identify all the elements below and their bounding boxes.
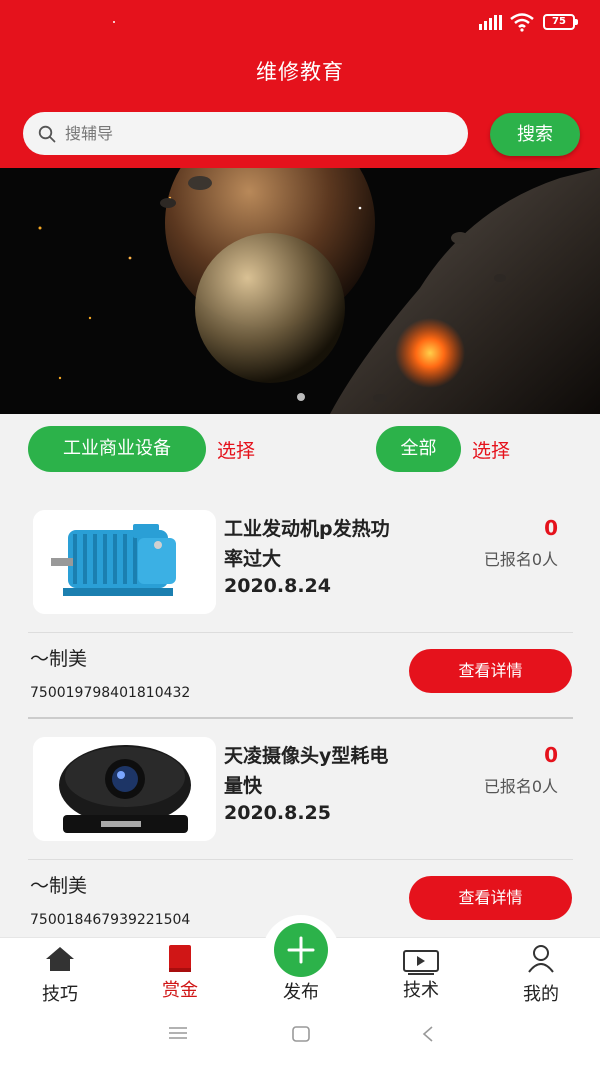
menu-icon[interactable] [169, 1026, 187, 1040]
carousel-indicator[interactable] [297, 393, 305, 401]
system-navigation-bar [0, 1005, 600, 1067]
card-title: 天凌摄像头y型耗电量快 [224, 745, 389, 797]
battery-indicator: 75 [543, 14, 578, 30]
book-icon [169, 945, 191, 972]
signup-count: 已报名0人 [483, 777, 558, 796]
author-name: 〜制美 [30, 875, 88, 897]
divider [28, 859, 573, 860]
nav-tips[interactable]: 技巧 [15, 938, 105, 1006]
back-icon[interactable] [422, 1026, 434, 1042]
search-input[interactable] [65, 112, 455, 155]
nav-label: 技术 [403, 980, 439, 1001]
publish-circle[interactable] [274, 923, 328, 977]
scope-chip[interactable]: 全部 [376, 426, 461, 472]
category-chip[interactable]: 工业商业设备 [28, 426, 206, 472]
nav-bounty[interactable]: 赏金 [135, 938, 225, 1006]
nav-label: 技巧 [42, 984, 78, 1005]
search-box[interactable] [23, 112, 468, 155]
category-select-link[interactable]: 选择 [217, 436, 255, 463]
order-id: 750018467939221504 [30, 912, 191, 928]
bounty-card[interactable]: 工业发动机p发热功率过大 2020.8.24 0 已报名0人 〜制美 75001… [0, 492, 600, 719]
page-title: 维修教育 [256, 60, 344, 84]
bounty-card[interactable]: 天凌摄像头y型耗电量快 2020.8.25 0 已报名0人 〜制美 750018… [0, 719, 600, 945]
search-button[interactable]: 搜索 [490, 113, 580, 156]
scope-select-link[interactable]: 选择 [472, 436, 510, 463]
home-icon [46, 947, 74, 971]
order-id: 750019798401810432 [30, 685, 191, 701]
signal-icon [479, 15, 502, 30]
motor-image [33, 510, 216, 614]
camera-image [33, 737, 216, 841]
filter-row: 工业商业设备 选择 全部 选择 [0, 414, 600, 482]
signup-count: 已报名0人 [483, 550, 558, 569]
nav-label: 赏金 [162, 980, 198, 1001]
banner-carousel[interactable] [0, 168, 600, 414]
publish-label: 发布 [283, 982, 319, 1003]
nav-tech[interactable]: 技术 [376, 938, 466, 1006]
card-date: 2020.8.25 [224, 802, 331, 824]
reward-amount: 0 [544, 743, 558, 767]
author-name: 〜制美 [30, 648, 88, 670]
user-icon [528, 945, 554, 973]
search-icon [38, 125, 56, 143]
reward-amount: 0 [544, 516, 558, 540]
nav-me[interactable]: 我的 [496, 938, 586, 1006]
plus-icon [287, 936, 315, 964]
status-bar: 75 [0, 0, 600, 44]
card-date: 2020.8.24 [224, 575, 331, 597]
view-details-button[interactable]: 查看详情 [409, 876, 572, 920]
home-square-icon[interactable] [292, 1026, 310, 1042]
divider [28, 632, 573, 633]
app-header: 75 维修教育 搜索 [0, 0, 600, 168]
card-thumbnail [33, 510, 216, 614]
notification-dot [113, 21, 115, 23]
nav-label: 我的 [523, 984, 559, 1005]
wifi-icon [510, 13, 534, 32]
space-banner-image [0, 168, 600, 414]
view-details-button[interactable]: 查看详情 [409, 649, 572, 693]
card-title: 工业发动机p发热功率过大 [224, 518, 390, 570]
video-icon [403, 950, 439, 975]
card-thumbnail [33, 737, 216, 841]
